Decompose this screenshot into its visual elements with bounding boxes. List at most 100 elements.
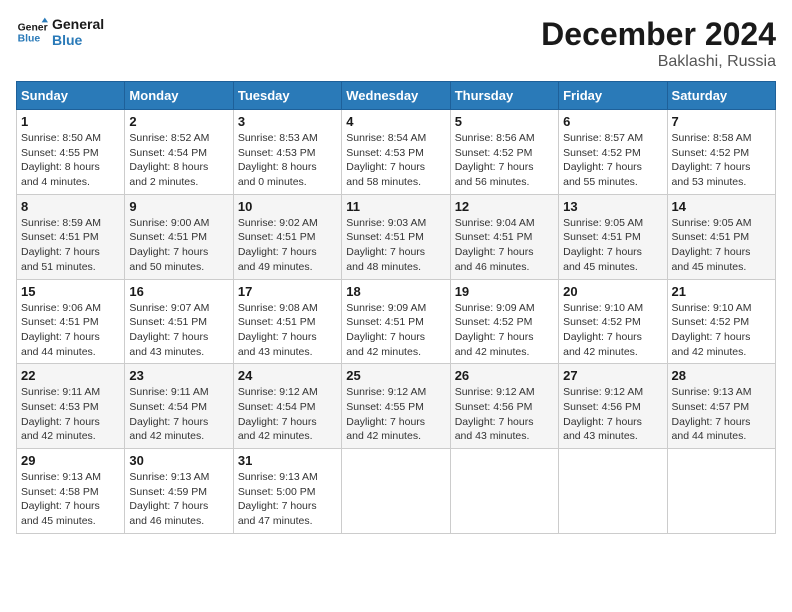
calendar-cell bbox=[559, 449, 667, 534]
col-wednesday: Wednesday bbox=[342, 82, 450, 110]
day-number: 20 bbox=[563, 284, 662, 299]
calendar-table: Sunday Monday Tuesday Wednesday Thursday… bbox=[16, 81, 776, 534]
day-number: 19 bbox=[455, 284, 554, 299]
day-info: Sunrise: 9:11 AM Sunset: 4:53 PM Dayligh… bbox=[21, 385, 120, 444]
day-info: Sunrise: 9:12 AM Sunset: 4:56 PM Dayligh… bbox=[563, 385, 662, 444]
title-area: December 2024 Baklashi, Russia bbox=[541, 16, 776, 71]
day-number: 17 bbox=[238, 284, 337, 299]
day-number: 12 bbox=[455, 199, 554, 214]
calendar-cell: 9 Sunrise: 9:00 AM Sunset: 4:51 PM Daylig… bbox=[125, 194, 233, 279]
calendar-cell: 6 Sunrise: 8:57 AM Sunset: 4:52 PM Daylig… bbox=[559, 110, 667, 195]
calendar-cell bbox=[667, 449, 775, 534]
day-number: 11 bbox=[346, 199, 445, 214]
calendar-cell: 17 Sunrise: 9:08 AM Sunset: 4:51 PM Dayli… bbox=[233, 279, 341, 364]
calendar-cell: 20 Sunrise: 9:10 AM Sunset: 4:52 PM Dayli… bbox=[559, 279, 667, 364]
day-info: Sunrise: 9:13 AM Sunset: 4:59 PM Dayligh… bbox=[129, 470, 228, 529]
calendar-cell: 2Sunrise: 8:52 AM Sunset: 4:54 PM Daylig… bbox=[125, 110, 233, 195]
month-title: December 2024 bbox=[541, 16, 776, 53]
day-number: 6 bbox=[563, 114, 662, 129]
day-info: Sunrise: 9:13 AM Sunset: 5:00 PM Dayligh… bbox=[238, 470, 337, 529]
day-info: Sunrise: 9:06 AM Sunset: 4:51 PM Dayligh… bbox=[21, 301, 120, 360]
calendar-cell: 16 Sunrise: 9:07 AM Sunset: 4:51 PM Dayli… bbox=[125, 279, 233, 364]
location-title: Baklashi, Russia bbox=[541, 53, 776, 71]
day-info: Sunrise: 9:07 AM Sunset: 4:51 PM Dayligh… bbox=[129, 301, 228, 360]
col-tuesday: Tuesday bbox=[233, 82, 341, 110]
calendar-cell: 22Sunrise: 9:11 AM Sunset: 4:53 PM Dayli… bbox=[17, 364, 125, 449]
calendar-cell bbox=[450, 449, 558, 534]
calendar-cell: 15 Sunrise: 9:06 AM Sunset: 4:51 PM Dayli… bbox=[17, 279, 125, 364]
day-number: 21 bbox=[672, 284, 771, 299]
day-number: 13 bbox=[563, 199, 662, 214]
day-info: Sunrise: 8:56 AM Sunset: 4:52 PM Dayligh… bbox=[455, 131, 554, 190]
week-row-1: 1 Sunrise: 8:50 AM Sunset: 4:55 PM Daylig… bbox=[17, 110, 776, 195]
day-info: Sunrise: 9:05 AM Sunset: 4:51 PM Dayligh… bbox=[672, 216, 771, 275]
week-row-2: 8 Sunrise: 8:59 AM Sunset: 4:51 PM Daylig… bbox=[17, 194, 776, 279]
day-info: Sunrise: 8:58 AM Sunset: 4:52 PM Dayligh… bbox=[672, 131, 771, 190]
day-number: 28 bbox=[672, 368, 771, 383]
calendar-cell: 24 Sunrise: 9:12 AM Sunset: 4:54 PM Dayli… bbox=[233, 364, 341, 449]
calendar-cell: 23 Sunrise: 9:11 AM Sunset: 4:54 PM Dayli… bbox=[125, 364, 233, 449]
calendar-cell: 11Sunrise: 9:03 AM Sunset: 4:51 PM Dayli… bbox=[342, 194, 450, 279]
day-info: Sunrise: 9:13 AM Sunset: 4:58 PM Dayligh… bbox=[21, 470, 120, 529]
calendar-cell: 28 Sunrise: 9:13 AM Sunset: 4:57 PM Dayli… bbox=[667, 364, 775, 449]
day-number: 31 bbox=[238, 453, 337, 468]
day-info: Sunrise: 9:12 AM Sunset: 4:55 PM Dayligh… bbox=[346, 385, 445, 444]
day-info: Sunrise: 9:12 AM Sunset: 4:54 PM Dayligh… bbox=[238, 385, 337, 444]
day-number: 2 bbox=[129, 114, 228, 129]
day-number: 27 bbox=[563, 368, 662, 383]
col-thursday: Thursday bbox=[450, 82, 558, 110]
day-info: Sunrise: 9:02 AM Sunset: 4:51 PM Dayligh… bbox=[238, 216, 337, 275]
calendar-cell: 1 Sunrise: 8:50 AM Sunset: 4:55 PM Daylig… bbox=[17, 110, 125, 195]
day-number: 9 bbox=[129, 199, 228, 214]
day-number: 1 bbox=[21, 114, 120, 129]
day-info: Sunrise: 9:11 AM Sunset: 4:54 PM Dayligh… bbox=[129, 385, 228, 444]
svg-text:Blue: Blue bbox=[18, 34, 41, 45]
calendar-cell: 3 Sunrise: 8:53 AM Sunset: 4:53 PM Daylig… bbox=[233, 110, 341, 195]
col-saturday: Saturday bbox=[667, 82, 775, 110]
day-number: 26 bbox=[455, 368, 554, 383]
calendar-cell: 25 Sunrise: 9:12 AM Sunset: 4:55 PM Dayli… bbox=[342, 364, 450, 449]
day-number: 18 bbox=[346, 284, 445, 299]
day-info: Sunrise: 9:10 AM Sunset: 4:52 PM Dayligh… bbox=[563, 301, 662, 360]
calendar-cell: 26Sunrise: 9:12 AM Sunset: 4:56 PM Dayli… bbox=[450, 364, 558, 449]
week-row-4: 22Sunrise: 9:11 AM Sunset: 4:53 PM Dayli… bbox=[17, 364, 776, 449]
week-row-3: 15 Sunrise: 9:06 AM Sunset: 4:51 PM Dayli… bbox=[17, 279, 776, 364]
calendar-cell: 12Sunrise: 9:04 AM Sunset: 4:51 PM Dayli… bbox=[450, 194, 558, 279]
calendar-cell bbox=[342, 449, 450, 534]
calendar-cell: 7 Sunrise: 8:58 AM Sunset: 4:52 PM Daylig… bbox=[667, 110, 775, 195]
calendar-cell: 4Sunrise: 8:54 AM Sunset: 4:53 PM Daylig… bbox=[342, 110, 450, 195]
day-info: Sunrise: 8:53 AM Sunset: 4:53 PM Dayligh… bbox=[238, 131, 337, 190]
svg-text:General: General bbox=[18, 22, 48, 33]
day-number: 5 bbox=[455, 114, 554, 129]
day-number: 8 bbox=[21, 199, 120, 214]
day-number: 23 bbox=[129, 368, 228, 383]
day-number: 10 bbox=[238, 199, 337, 214]
day-number: 29 bbox=[21, 453, 120, 468]
logo-text-blue: Blue bbox=[52, 32, 104, 48]
calendar-cell: 29 Sunrise: 9:13 AM Sunset: 4:58 PM Dayli… bbox=[17, 449, 125, 534]
day-number: 25 bbox=[346, 368, 445, 383]
col-sunday: Sunday bbox=[17, 82, 125, 110]
col-monday: Monday bbox=[125, 82, 233, 110]
day-info: Sunrise: 8:59 AM Sunset: 4:51 PM Dayligh… bbox=[21, 216, 120, 275]
day-number: 7 bbox=[672, 114, 771, 129]
day-number: 16 bbox=[129, 284, 228, 299]
calendar-cell: 21Sunrise: 9:10 AM Sunset: 4:52 PM Dayli… bbox=[667, 279, 775, 364]
calendar-cell: 19Sunrise: 9:09 AM Sunset: 4:52 PM Dayli… bbox=[450, 279, 558, 364]
calendar-cell: 5 Sunrise: 8:56 AM Sunset: 4:52 PM Daylig… bbox=[450, 110, 558, 195]
day-number: 15 bbox=[21, 284, 120, 299]
day-number: 3 bbox=[238, 114, 337, 129]
calendar-header-row: Sunday Monday Tuesday Wednesday Thursday… bbox=[17, 82, 776, 110]
week-row-5: 29 Sunrise: 9:13 AM Sunset: 4:58 PM Dayli… bbox=[17, 449, 776, 534]
day-number: 4 bbox=[346, 114, 445, 129]
day-info: Sunrise: 8:50 AM Sunset: 4:55 PM Dayligh… bbox=[21, 131, 120, 190]
day-info: Sunrise: 9:00 AM Sunset: 4:51 PM Dayligh… bbox=[129, 216, 228, 275]
calendar-cell: 13Sunrise: 9:05 AM Sunset: 4:51 PM Dayli… bbox=[559, 194, 667, 279]
calendar-cell: 14Sunrise: 9:05 AM Sunset: 4:51 PM Dayli… bbox=[667, 194, 775, 279]
day-info: Sunrise: 9:08 AM Sunset: 4:51 PM Dayligh… bbox=[238, 301, 337, 360]
day-number: 24 bbox=[238, 368, 337, 383]
calendar-cell: 31 Sunrise: 9:13 AM Sunset: 5:00 PM Dayli… bbox=[233, 449, 341, 534]
day-info: Sunrise: 9:13 AM Sunset: 4:57 PM Dayligh… bbox=[672, 385, 771, 444]
day-info: Sunrise: 8:57 AM Sunset: 4:52 PM Dayligh… bbox=[563, 131, 662, 190]
calendar-cell: 27 Sunrise: 9:12 AM Sunset: 4:56 PM Dayli… bbox=[559, 364, 667, 449]
